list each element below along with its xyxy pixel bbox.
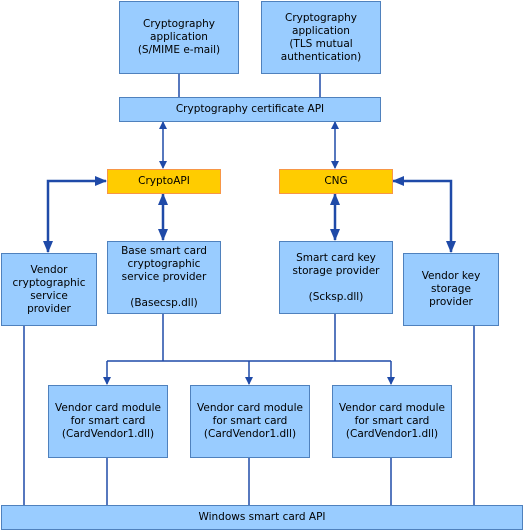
node-app-tls: Cryptography application (TLS mutual aut… <box>261 1 381 74</box>
node-card-module-2: Vendor card module for smart card (CardV… <box>190 385 310 458</box>
node-sc-ksp: Smart card key storage provider (Scksp.d… <box>279 241 393 314</box>
node-cert-api: Cryptography certificate API <box>119 97 381 122</box>
node-card-module-1: Vendor card module for smart card (CardV… <box>48 385 168 458</box>
arrow-cng-vendor-ksp <box>392 176 456 253</box>
arrow-cryptoapi-vendor-csp <box>43 176 107 253</box>
node-vendor-csp: Vendor cryptographic service provider <box>1 253 97 326</box>
node-cng: CNG <box>279 169 393 194</box>
node-windows-smart-card-api: Windows smart card API <box>1 505 523 530</box>
node-base-csp: Base smart card cryptographic service pr… <box>107 241 221 314</box>
node-cryptoapi: CryptoAPI <box>107 169 221 194</box>
node-vendor-ksp: Vendor key storage provider <box>403 253 499 326</box>
node-card-module-3: Vendor card module for smart card (CardV… <box>332 385 452 458</box>
node-app-smime: Cryptography application (S/MIME e-mail) <box>119 1 239 74</box>
